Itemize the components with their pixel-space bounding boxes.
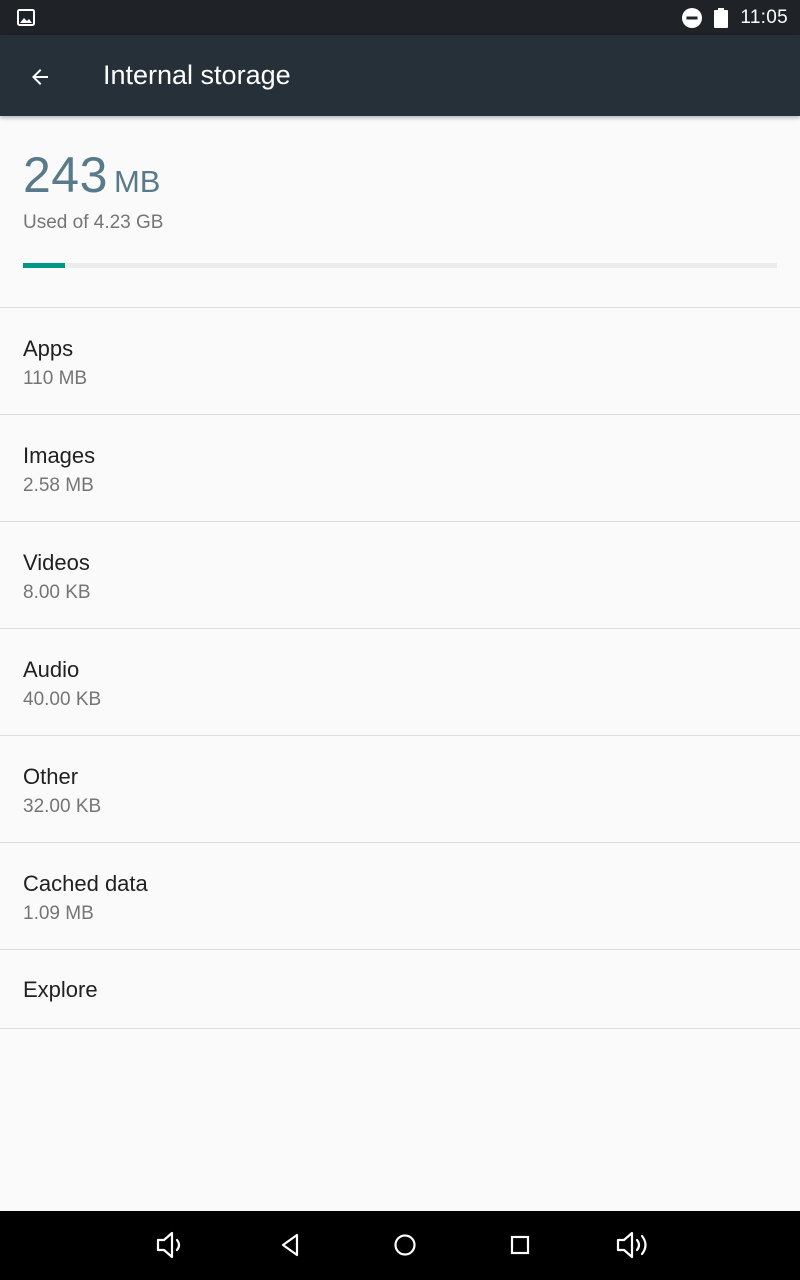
volume-down-button[interactable] [154,1227,190,1263]
do-not-disturb-icon [682,7,703,28]
item-title: Videos [23,550,90,575]
item-title: Explore [23,977,98,1002]
back-button[interactable] [20,57,60,97]
back-triangle-icon [278,1232,302,1258]
list-item-videos[interactable]: Videos 8.00 KB [0,521,800,628]
item-title: Images [23,443,96,468]
item-title: Other [23,764,79,789]
back-nav-button[interactable] [272,1227,308,1263]
storage-category-list: Apps 110 MB Images 2.58 MB Videos 8.00 K… [0,307,800,1029]
item-title: Cached data [23,871,148,896]
recents-square-icon [509,1234,531,1256]
image-notification-icon [17,9,35,31]
home-nav-button[interactable] [387,1227,423,1263]
list-item-images[interactable]: Images 2.58 MB [0,414,800,521]
item-size: 2.58 MB [23,475,94,496]
battery-icon [714,7,729,28]
used-amount: 243 MB [23,146,160,204]
status-bar: 11:05 [0,0,800,35]
page-title: Internal storage [103,60,291,90]
list-item-apps[interactable]: Apps 110 MB [0,307,800,414]
used-of-total: Used of 4.23 GB [23,212,164,233]
item-size: 8.00 KB [23,582,91,603]
item-title: Audio [23,657,80,682]
app-bar: Internal storage [0,35,800,116]
storage-progress-fill [23,263,66,268]
used-value: 243 [23,147,108,203]
item-size: 1.09 MB [23,903,94,924]
used-unit: MB [113,164,161,199]
arrow-back-icon [28,65,52,89]
storage-summary: 243 MB Used of 4.23 GB [0,116,800,307]
item-title: Apps [23,336,74,361]
list-item-audio[interactable]: Audio 40.00 KB [0,628,800,735]
status-clock: 11:05 [740,6,788,28]
list-item-other[interactable]: Other 32.00 KB [0,735,800,842]
storage-progress-bar [23,263,777,268]
recents-nav-button[interactable] [502,1227,538,1263]
volume-down-icon [155,1230,189,1260]
navigation-bar [0,1211,800,1280]
home-circle-icon [392,1232,418,1258]
item-size: 110 MB [23,368,88,389]
list-item-explore[interactable]: Explore [0,949,800,1029]
item-size: 32.00 KB [23,796,102,817]
list-item-cached-data[interactable]: Cached data 1.09 MB [0,842,800,949]
volume-up-button[interactable] [616,1227,652,1263]
item-size: 40.00 KB [23,689,102,710]
volume-up-icon [615,1230,653,1260]
